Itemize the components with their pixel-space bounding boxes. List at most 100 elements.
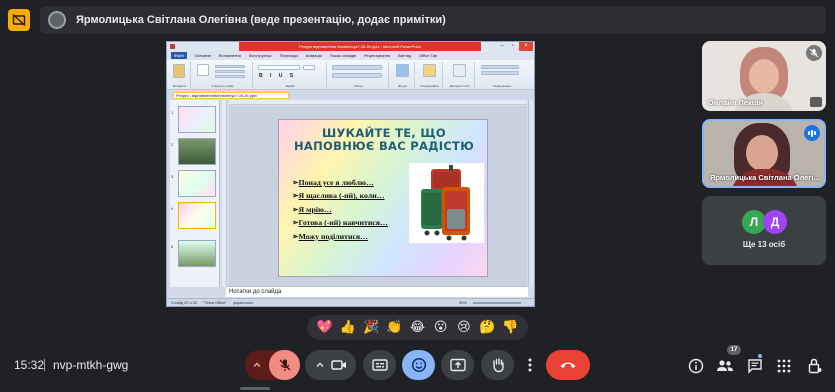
- more-options-button[interactable]: [520, 350, 540, 380]
- current-slide[interactable]: ШУКАЙТЕ ТЕ, ЩО НАПОВНЮЄ ВАС РАДІСТЮ ➢Пон…: [278, 119, 488, 277]
- ribbon-label-arrange: Упорядкувати: [419, 84, 440, 88]
- raise-hand-button[interactable]: [481, 350, 514, 380]
- slide-thumbnail[interactable]: [178, 138, 216, 165]
- leave-call-button[interactable]: [546, 350, 590, 380]
- new-slide-icon[interactable]: [197, 64, 209, 76]
- slide-thumbnail[interactable]: [178, 202, 216, 229]
- more-participants-label: Ще 13 осіб: [742, 240, 786, 249]
- reactions-bar: 💖 👍 🎉 👏 😂 😮 😢 🤔 👎: [307, 315, 528, 340]
- audio-settings-button[interactable]: [245, 350, 269, 380]
- slide-bullet-item: ➢Можу поділитися…: [292, 230, 417, 243]
- reaction-sad-icon[interactable]: 😢: [455, 319, 473, 337]
- host-controls-button[interactable]: [805, 356, 825, 376]
- slide-thumbnails-pane: 1 2 3 4 5: [170, 100, 220, 287]
- thumb-number: 3: [171, 174, 174, 179]
- activities-button[interactable]: [774, 356, 794, 376]
- presenter-text: Ярмолицька Світлана Олегівна (веде презе…: [76, 14, 446, 26]
- layout-icon[interactable]: [215, 65, 245, 68]
- slide-title: ШУКАЙТЕ ТЕ, ЩО НАПОВНЮЄ ВАС РАДІСТЮ: [279, 127, 489, 153]
- participant-count-badge: 17: [727, 345, 741, 355]
- reset-icon[interactable]: [215, 70, 245, 73]
- meeting-details-button[interactable]: [686, 356, 706, 376]
- slide-bullet-item: ➢Готова (-ий) навчитися…: [292, 216, 417, 229]
- tab-insert[interactable]: Вставлення: [219, 53, 241, 58]
- presenter-chip: Ярмолицька Світлана Олегівна (веде презе…: [40, 6, 826, 34]
- slide-bullet-item: ➢Я щаслива (-ий), коли…: [292, 189, 417, 202]
- section-icon[interactable]: [215, 75, 245, 78]
- pin-icon[interactable]: [810, 97, 822, 107]
- send-reaction-button[interactable]: [402, 350, 435, 380]
- reaction-surprised-icon[interactable]: 😮: [432, 319, 450, 337]
- reaction-party-icon[interactable]: 🎉: [362, 319, 380, 337]
- document-tab[interactable]: Ресурс і відновленняМельничук7.05.25.ppt…: [173, 92, 289, 99]
- ppt-window-title: Ресурс відновлення Мельничук7.05.25.pptx…: [239, 42, 481, 51]
- slide-thumbnail[interactable]: [178, 106, 216, 133]
- camera-toggle-button[interactable]: [305, 350, 356, 380]
- bullet-text: Можу поділитися…: [298, 231, 368, 241]
- tab-review[interactable]: Рецензування: [364, 53, 390, 58]
- arrange-icon[interactable]: [423, 64, 436, 77]
- font-format-icons[interactable]: B I U S: [259, 73, 296, 79]
- more-vertical-icon: [528, 358, 532, 372]
- participant-tile-active[interactable]: Ярмолицька Світлана Олегі...: [702, 119, 826, 188]
- raise-hand-icon: [492, 358, 504, 373]
- shapes-icon[interactable]: [396, 64, 409, 77]
- tab-home[interactable]: Основне: [195, 53, 211, 58]
- people-button[interactable]: [715, 356, 735, 376]
- presentation-icon[interactable]: [8, 9, 30, 31]
- tab-animation[interactable]: Анімація: [306, 53, 322, 58]
- slide-thumbnail[interactable]: [178, 170, 216, 197]
- ppt-ribbon-tabs: Файл Основне Вставлення Конструктор Пере…: [167, 51, 534, 60]
- info-icon: [688, 358, 704, 374]
- reaction-laugh-icon[interactable]: 😂: [408, 319, 426, 337]
- present-screen-icon: [449, 358, 466, 372]
- maximize-icon[interactable]: ▫: [508, 42, 518, 51]
- reaction-heart-icon[interactable]: 💖: [316, 319, 334, 337]
- slide-thumbnail[interactable]: [178, 240, 216, 267]
- reaction-thumbs-down-icon[interactable]: 👎: [501, 319, 519, 337]
- tab-transitions[interactable]: Переходи: [280, 53, 298, 58]
- tab-file[interactable]: Файл: [171, 52, 187, 59]
- ribbon-group-shapes: Фігури: [391, 62, 415, 88]
- chat-icon: [748, 359, 762, 374]
- quick-styles-icon[interactable]: [453, 64, 466, 77]
- close-icon[interactable]: ×: [519, 42, 533, 51]
- chat-notification-dot: [758, 354, 762, 358]
- bullet-text: Готова (-ий) навчитися…: [298, 218, 388, 228]
- font-name-field[interactable]: [258, 65, 300, 70]
- captions-button[interactable]: [363, 350, 396, 380]
- bullet-text: Я щаслива (-ий), коли…: [298, 191, 385, 201]
- status-theme: "Тема Office": [203, 300, 227, 305]
- participant-tile[interactable]: Онлайн Лекція: [702, 41, 826, 111]
- paste-icon[interactable]: [173, 64, 185, 78]
- tab-slideshow[interactable]: Показ слайдів: [330, 53, 356, 58]
- list-buttons[interactable]: [332, 65, 382, 70]
- people-icon: [717, 360, 733, 371]
- reaction-clap-icon[interactable]: 👏: [385, 319, 403, 337]
- meeting-code[interactable]: nvp-mtkh-gwg: [53, 358, 128, 372]
- reaction-thumbs-up-icon[interactable]: 👍: [339, 319, 357, 337]
- presentation-banner: Ярмолицька Світлана Олегівна (веде презе…: [8, 6, 826, 34]
- thumb-number: 2: [171, 142, 174, 147]
- chevron-up-icon: [253, 362, 261, 368]
- present-now-button[interactable]: [441, 350, 474, 380]
- chat-button[interactable]: [745, 356, 765, 376]
- tab-design[interactable]: Конструктор: [249, 53, 272, 58]
- minimize-icon[interactable]: –: [497, 42, 507, 51]
- lock-person-icon: [808, 358, 822, 374]
- replace-button[interactable]: [481, 71, 519, 75]
- ribbon-group-font: B I U S Шрифт: [255, 62, 327, 88]
- tab-office-tab[interactable]: Office Tab: [419, 53, 437, 58]
- tab-view[interactable]: Вигляд: [398, 53, 411, 58]
- vertical-scrollbar[interactable]: [528, 100, 534, 287]
- ribbon-group-paragraph: Абзац: [329, 62, 389, 88]
- find-button[interactable]: [481, 65, 519, 69]
- font-size-field[interactable]: [303, 65, 315, 70]
- zoom-slider[interactable]: [473, 302, 521, 304]
- microphone-toggle-button[interactable]: [269, 350, 300, 380]
- align-buttons[interactable]: [332, 73, 382, 78]
- ribbon-group-editing: Редагування: [477, 62, 527, 88]
- reaction-thinking-icon[interactable]: 🤔: [478, 319, 496, 337]
- notes-field[interactable]: Нотатки до слайда: [226, 286, 528, 297]
- more-participants-tile[interactable]: Л Д Ще 13 осіб: [702, 196, 826, 265]
